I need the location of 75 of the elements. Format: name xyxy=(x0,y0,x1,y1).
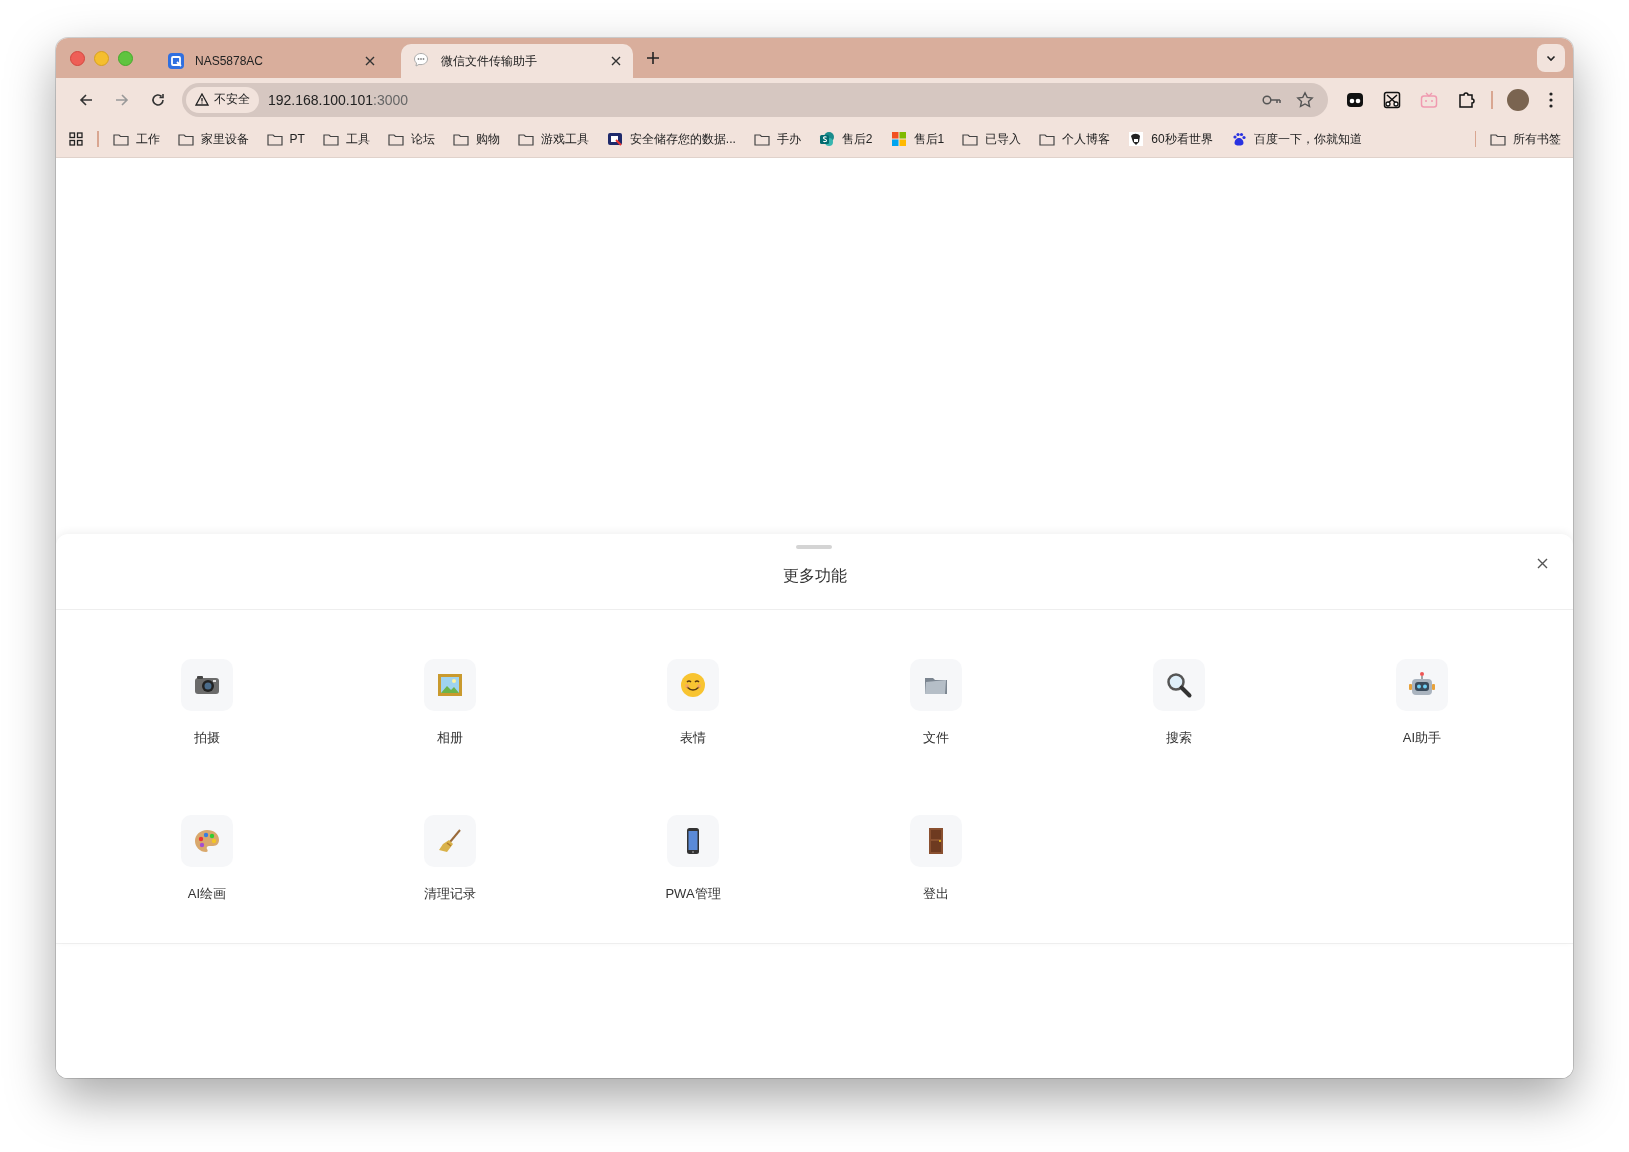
tab-title: NAS5878AC xyxy=(195,54,265,68)
feature-button[interactable] xyxy=(910,815,962,867)
apps-grid-icon[interactable] xyxy=(69,132,83,146)
feature-label: 表情 xyxy=(680,729,706,747)
back-arrow-icon xyxy=(78,91,94,108)
star-icon[interactable] xyxy=(1296,90,1314,109)
folder-icon xyxy=(1490,132,1506,146)
sheet-title: 更多功能 xyxy=(782,566,847,586)
letter-s-logo-icon xyxy=(818,131,835,147)
folder-icon xyxy=(517,132,534,146)
bookmark-folder[interactable]: 论坛 xyxy=(387,130,435,148)
feature-label: 清理记录 xyxy=(424,885,476,903)
feature-button[interactable] xyxy=(1153,659,1205,711)
feature-button[interactable] xyxy=(667,815,719,867)
bookmark-folder[interactable]: 购物 xyxy=(452,130,500,148)
bookmark-link[interactable]: 60秒看世界 xyxy=(1128,130,1213,148)
bookmark-link[interactable]: 安全储存您的数据... xyxy=(606,130,736,148)
bookmark-folder[interactable]: 家里设备 xyxy=(177,130,249,148)
reload-icon xyxy=(150,91,166,108)
close-tab-icon[interactable] xyxy=(611,56,621,66)
key-icon[interactable] xyxy=(1262,93,1282,106)
security-chip[interactable]: 不安全 xyxy=(186,86,259,113)
plus-icon xyxy=(646,51,660,65)
warning-icon xyxy=(195,93,209,106)
bookmark-folder[interactable]: PT xyxy=(266,130,305,148)
browser-tab[interactable]: NAS5878AC xyxy=(155,44,387,78)
feature-label: 文件 xyxy=(923,729,949,747)
bookmark-folder[interactable]: 工作 xyxy=(112,130,160,148)
feature-button[interactable] xyxy=(181,659,233,711)
bookmark-folder[interactable]: 游戏工具 xyxy=(517,130,589,148)
folder-icon xyxy=(322,132,339,146)
feature-label: AI助手 xyxy=(1402,729,1442,747)
feature-label: 拍摄 xyxy=(194,729,220,747)
bookmark-link[interactable]: 售后1 xyxy=(890,130,945,148)
smiling-face-icon xyxy=(678,670,708,700)
feature-label: PWA管理 xyxy=(665,885,721,903)
folder-icon xyxy=(387,132,404,146)
folder-icon xyxy=(1039,132,1056,146)
bookmark-link[interactable]: 百度一下，你就知道 xyxy=(1230,130,1362,148)
folder-icon xyxy=(753,132,770,146)
folder-icon xyxy=(112,132,129,146)
app-logo-icon xyxy=(167,52,185,70)
scissors-icon[interactable] xyxy=(1383,90,1401,109)
tab-list-button[interactable] xyxy=(1537,44,1565,72)
url-text: 192.168.100.101:3000 xyxy=(268,91,409,108)
magnifier-icon xyxy=(1164,670,1194,700)
feature-label: AI绘画 xyxy=(187,885,227,903)
bookmark-folder[interactable]: 手办 xyxy=(753,130,801,148)
browser-tab[interactable]: 微信文件传输助手 xyxy=(401,44,633,78)
bookmark-link[interactable]: 售后2 xyxy=(818,130,873,148)
more-menu-icon[interactable] xyxy=(1547,90,1554,109)
square-logo-icon xyxy=(606,131,623,147)
four-squares-icon xyxy=(890,131,907,147)
feature-label: 搜索 xyxy=(1166,729,1192,747)
mask-icon[interactable] xyxy=(1346,90,1364,109)
close-tab-icon[interactable] xyxy=(365,56,375,66)
drag-handle[interactable] xyxy=(796,545,832,549)
all-bookmarks-button[interactable]: 所有书签 xyxy=(1490,130,1561,148)
puzzle-icon[interactable] xyxy=(1457,90,1475,109)
tab-title: 微信文件传输助手 xyxy=(441,52,538,70)
chat-bubble-icon xyxy=(413,52,431,70)
close-icon xyxy=(1536,557,1548,569)
feature-button[interactable] xyxy=(1396,659,1448,711)
feature-label: 相册 xyxy=(437,729,463,747)
folder-icon xyxy=(962,132,979,146)
address-bar[interactable]: 不安全 192.168.100.101:3000 xyxy=(182,82,1328,117)
folder-icon xyxy=(452,132,469,146)
bookmark-folder[interactable]: 已导入 xyxy=(962,130,1022,148)
forward-arrow-icon xyxy=(114,91,130,108)
folder-icon xyxy=(266,132,283,146)
bookmark-folder[interactable]: 个人博客 xyxy=(1039,130,1111,148)
profile-avatar[interactable] xyxy=(1506,88,1529,111)
feature-label: 登出 xyxy=(923,885,949,903)
folder-icon xyxy=(177,132,194,146)
bookmark-folder[interactable]: 工具 xyxy=(322,130,370,148)
